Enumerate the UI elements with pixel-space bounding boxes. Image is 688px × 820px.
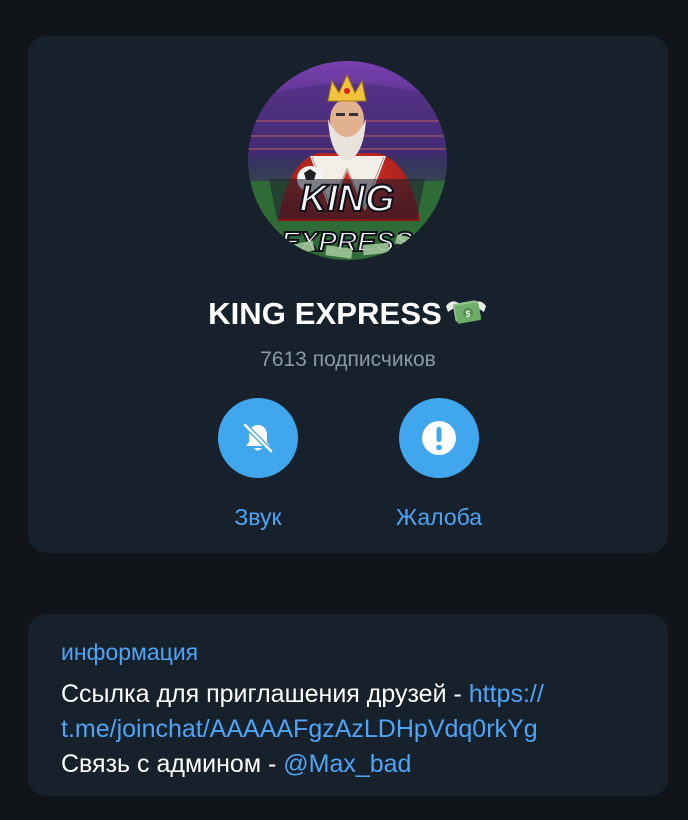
channel-avatar[interactable]: KING EXPRESS (248, 61, 447, 260)
admin-prefix: Связь с админом - (61, 750, 284, 778)
channel-title: KING EXPRESS $ (28, 294, 668, 336)
subscriber-count: 7613 подписчиков (260, 348, 436, 371)
channel-description: Ссылка для приглашения друзей - https://… (61, 677, 651, 782)
invite-prefix: Ссылка для приглашения друзей - (61, 680, 469, 708)
sound-button[interactable]: Звук (188, 398, 328, 531)
info-heading: информация (61, 639, 199, 665)
sound-button-label[interactable]: Звук (188, 504, 328, 531)
sound-button-circle[interactable] (218, 398, 298, 478)
report-button-circle[interactable] (399, 398, 479, 478)
logo-text-king: KING (300, 178, 395, 220)
channel-profile-card: KING EXPRESS KING EXPRESS $ 7613 подписч… (28, 36, 668, 553)
invite-link-part1[interactable]: https:// (469, 680, 544, 708)
channel-title-text: KING EXPRESS (208, 296, 442, 331)
invite-link-part2[interactable]: t.me/joinchat/AAAAAFgzAzLDHpVdq0rkYg (61, 715, 538, 743)
svg-text:$: $ (465, 309, 470, 319)
bell-muted-icon (243, 423, 273, 453)
report-button-label[interactable]: Жалоба (369, 504, 509, 531)
channel-info-card: информация Ссылка для приглашения друзей… (28, 614, 668, 796)
report-button[interactable]: Жалоба (369, 398, 509, 531)
avatar-image: KING EXPRESS (248, 61, 447, 260)
admin-handle-link[interactable]: @Max_bad (283, 750, 411, 778)
exclamation-icon (422, 421, 456, 455)
money-with-wings-icon: $ (444, 294, 488, 336)
